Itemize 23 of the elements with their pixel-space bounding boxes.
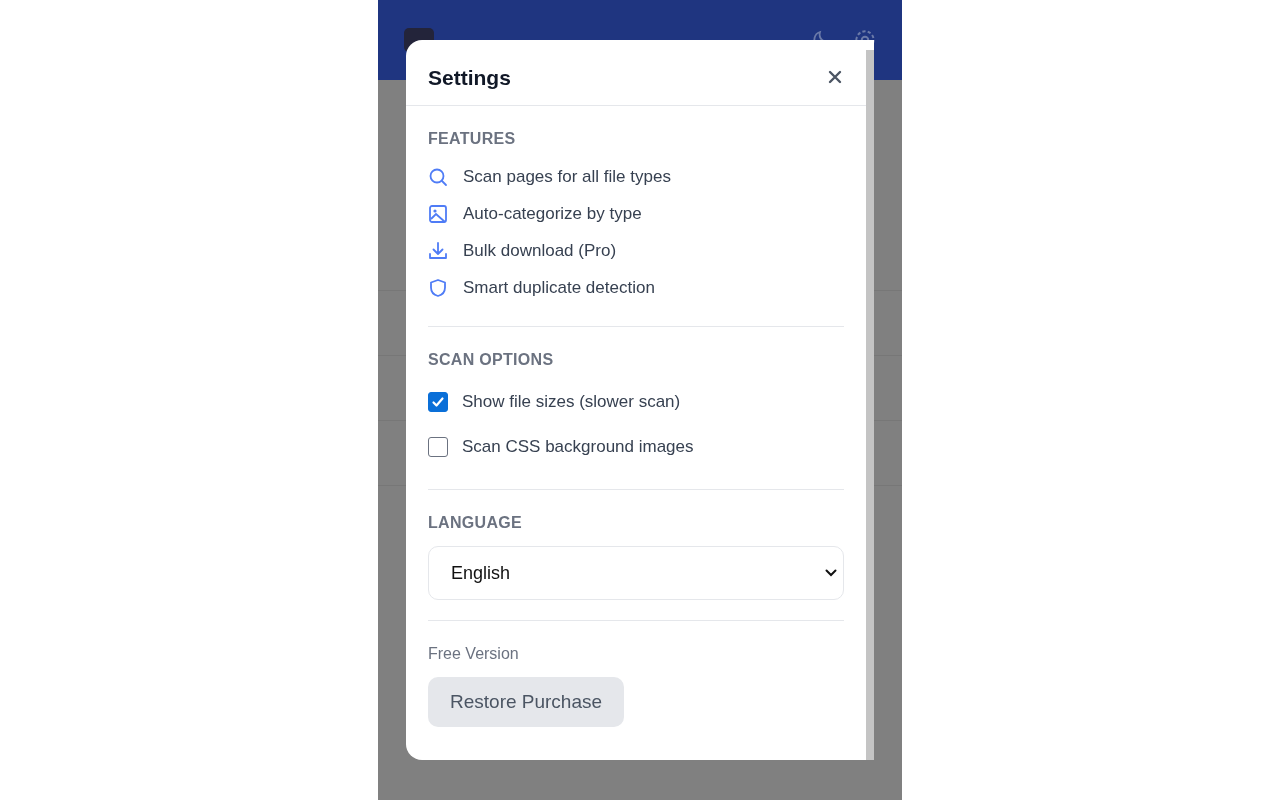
restore-purchase-button[interactable]: Restore Purchase bbox=[428, 677, 625, 727]
checkbox[interactable] bbox=[428, 436, 448, 457]
feature-text: Scan pages for all file types bbox=[463, 166, 671, 187]
image-icon bbox=[428, 203, 448, 224]
option-label: Scan CSS background images bbox=[462, 436, 694, 457]
chevron-down-icon bbox=[825, 569, 837, 577]
feature-text: Smart duplicate detection bbox=[463, 277, 655, 298]
check-icon bbox=[431, 394, 445, 409]
option-label: Show file sizes (slower scan) bbox=[462, 391, 681, 412]
close-icon[interactable] bbox=[828, 69, 842, 84]
section-heading: FEATURES bbox=[428, 130, 517, 148]
scrollbar[interactable] bbox=[866, 50, 874, 760]
download-icon bbox=[428, 240, 448, 261]
search-icon bbox=[428, 166, 448, 187]
shield-icon bbox=[428, 277, 448, 298]
section-heading: LANGUAGE bbox=[428, 514, 523, 532]
feature-text: Auto-categorize by type bbox=[463, 203, 642, 224]
language-select[interactable]: English bbox=[428, 546, 844, 600]
dialog-title: Settings bbox=[428, 65, 511, 91]
feature-text: Bulk download (Pro) bbox=[463, 240, 617, 261]
license-status: Free Version bbox=[428, 645, 520, 663]
section-heading: SCAN OPTIONS bbox=[428, 351, 555, 369]
checkbox[interactable] bbox=[428, 391, 448, 412]
